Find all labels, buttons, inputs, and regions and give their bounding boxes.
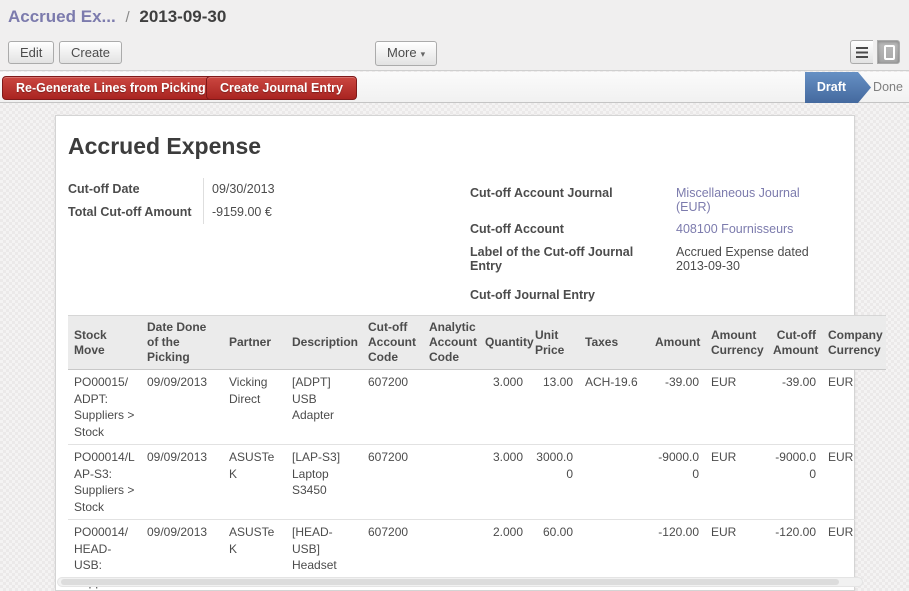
list-view-button[interactable] [850,40,873,64]
edit-button[interactable]: Edit [8,41,54,64]
field-row: Cut-off Account Journal Miscellaneous Jo… [470,182,850,218]
table-cell: 09/09/2013 [141,370,223,445]
column-header[interactable]: Cut-off Amount [767,316,822,370]
breadcrumb-separator: / [120,9,134,26]
table-body: PO00015/ADPT: Suppliers > Stock09/09/201… [68,370,855,591]
column-header[interactable]: Stock Move [68,316,141,370]
table-cell: 3.000 [479,370,529,445]
lines-table-header: Stock MoveDate Done of the PickingPartne… [68,315,886,370]
table-cell: EUR [822,445,855,520]
column-header[interactable]: Date Done of the Picking [141,316,223,370]
table-cell: 607200 [362,370,423,445]
field-row: Cut-off Account 408100 Fournisseurs [470,218,850,241]
table-row[interactable]: PO00015/ADPT: Suppliers > Stock09/09/201… [68,370,855,445]
table-cell [423,370,479,445]
column-header[interactable]: Cut-off Account Code [362,316,423,370]
create-journal-entry-button[interactable]: Create Journal Entry [206,76,357,100]
table-cell: EUR [822,370,855,445]
more-dropdown-button[interactable]: More ▾ [375,41,437,66]
field-value-cutoff-account-journal-link[interactable]: Miscellaneous Journal (EUR) [668,182,820,218]
field-value-cutoff-date: 09/30/2013 [203,178,448,201]
status-done: Done [869,72,907,103]
form-icon [884,45,895,60]
table-cell: ACH-19.6 [579,370,649,445]
column-header[interactable]: Unit Price [529,316,579,370]
table-cell: PO00014/LAP-S3: Suppliers > Stock [68,445,141,520]
table-cell: -9000.00 [767,445,822,520]
column-header[interactable]: Company Currency [822,316,886,370]
column-header[interactable]: Quantity [479,316,529,370]
field-label-cutoff-date: Cut-off Date [68,178,203,201]
list-icon [856,47,868,58]
table-body-clip: PO00015/ADPT: Suppliers > Stock09/09/201… [68,370,855,591]
column-header[interactable]: Amount Currency [705,316,767,370]
form-group-right: Cut-off Account Journal Miscellaneous Jo… [470,182,850,307]
field-label-cutoff-account: Cut-off Account [470,218,668,241]
odoo-form-view: Accrued Ex... / 2013-09-30 Edit Create M… [0,0,909,591]
table-cell: 09/09/2013 [141,445,223,520]
status-draft-active: Draft [805,72,871,103]
top-header: Accrued Ex... / 2013-09-30 Edit Create M… [0,0,909,71]
table-cell: 13.00 [529,370,579,445]
horizontal-scrollbar-thumb[interactable] [61,579,839,585]
field-row: Cut-off Journal Entry [470,284,850,307]
field-label-journal-entry-label: Label of the Cut-off Journal Entry [470,241,668,277]
breadcrumb-parent-link[interactable]: Accrued Ex... [8,7,116,26]
field-value-cutoff-account-link[interactable]: 408100 Fournisseurs [668,218,820,241]
field-value-cutoff-journal-entry [668,284,820,307]
field-label-cutoff-account-journal: Cut-off Account Journal [470,182,668,218]
form-view-button[interactable] [877,40,900,64]
column-header[interactable]: Amount [649,316,705,370]
form-group-left: Cut-off Date 09/30/2013 Total Cut-off Am… [68,178,448,224]
column-header[interactable]: Taxes [579,316,649,370]
table-cell [579,445,649,520]
lines-table: Stock MoveDate Done of the PickingPartne… [68,315,886,591]
field-label-cutoff-journal-entry: Cut-off Journal Entry [470,284,668,307]
table-cell: EUR [705,445,767,520]
column-header[interactable]: Analytic Account Code [423,316,479,370]
breadcrumb-current: 2013-09-30 [139,7,226,26]
table-row[interactable]: PO00014/LAP-S3: Suppliers > Stock09/09/2… [68,445,855,520]
table-cell: -39.00 [649,370,705,445]
status-action-bar: Re-Generate Lines from Picking Create Jo… [0,72,909,103]
page-title: Accrued Expense [68,133,261,160]
form-sheet: Accrued Expense Cut-off Date 09/30/2013 … [55,115,855,591]
breadcrumb: Accrued Ex... / 2013-09-30 [8,7,226,27]
table-cell: 607200 [362,445,423,520]
table-cell: 3000.00 [529,445,579,520]
table-cell [423,445,479,520]
field-value-total-cutoff-amount: -9159.00 € [203,201,448,224]
table-header-row: Stock MoveDate Done of the PickingPartne… [68,316,886,370]
table-cell: PO00015/ADPT: Suppliers > Stock [68,370,141,445]
table-cell: [LAP-S3] Laptop S3450 [286,445,362,520]
lines-table-body: PO00015/ADPT: Suppliers > Stock09/09/201… [68,370,855,591]
table-cell: 3.000 [479,445,529,520]
table-cell: [ADPT] USB Adapter [286,370,362,445]
column-header[interactable]: Partner [223,316,286,370]
view-switcher [850,40,900,64]
more-label: More [387,45,417,60]
field-label-total-cutoff-amount: Total Cut-off Amount [68,201,203,224]
field-row: Cut-off Date 09/30/2013 [68,178,448,201]
table-cell: Vicking Direct [223,370,286,445]
table-cell: EUR [705,370,767,445]
create-button[interactable]: Create [59,41,122,64]
field-row: Label of the Cut-off Journal Entry Accru… [470,241,850,277]
table-cell: -39.00 [767,370,822,445]
column-header[interactable]: Description [286,316,362,370]
field-row: Total Cut-off Amount -9159.00 € [68,201,448,224]
chevron-down-icon: ▾ [421,49,426,59]
table-cell: -9000.00 [649,445,705,520]
regenerate-lines-button[interactable]: Re-Generate Lines from Picking [2,76,220,100]
field-value-journal-entry-label: Accrued Expense dated 2013-09-30 [668,241,820,277]
horizontal-scrollbar[interactable] [57,577,863,587]
table-cell: ASUSTeK [223,445,286,520]
